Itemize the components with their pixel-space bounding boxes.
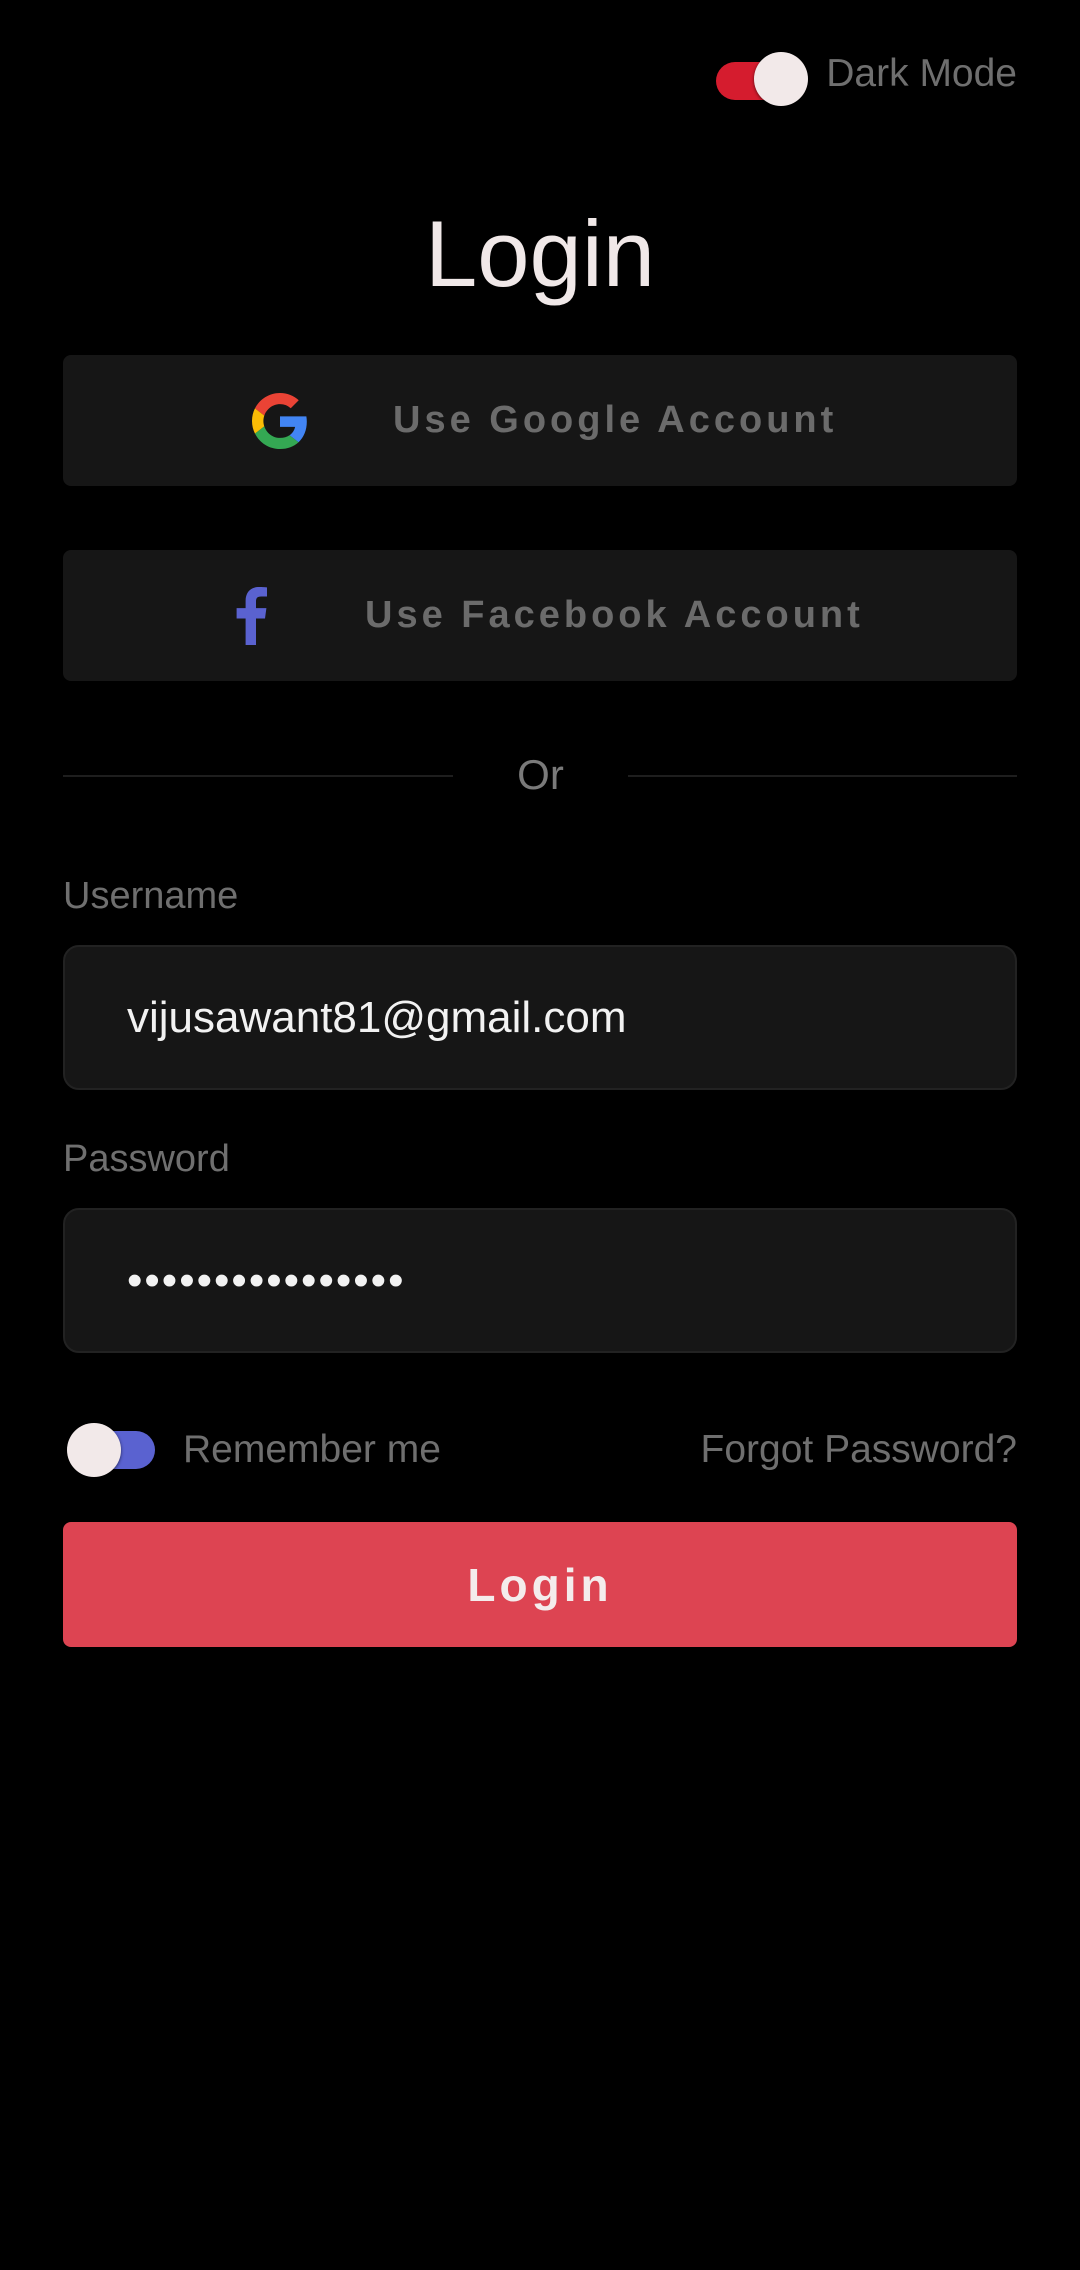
- facebook-login-button[interactable]: Use Facebook Account: [63, 550, 1017, 681]
- dark-mode-toggle-row: Dark Mode: [716, 44, 1017, 106]
- dark-mode-switch-thumb: [754, 52, 809, 106]
- password-input[interactable]: [63, 1208, 1017, 1353]
- forgot-password-link[interactable]: Forgot Password?: [701, 1420, 1017, 1480]
- dark-mode-switch[interactable]: [716, 44, 809, 106]
- username-input[interactable]: [63, 945, 1017, 1090]
- password-label: Password: [63, 1138, 230, 1180]
- divider-line-left: [63, 775, 453, 777]
- facebook-icon: [231, 550, 271, 681]
- dark-mode-label: Dark Mode: [826, 52, 1017, 95]
- remember-me-switch-thumb: [67, 1423, 121, 1477]
- remember-row: Remember me Forgot Password?: [63, 1420, 1017, 1480]
- facebook-login-label: Use Facebook Account: [365, 594, 864, 636]
- login-screen: Dark Mode Login Use Google Account Use F…: [0, 0, 1080, 2270]
- login-button[interactable]: Login: [63, 1522, 1017, 1647]
- google-icon: [252, 355, 308, 486]
- divider-text: Or: [517, 751, 564, 798]
- remember-me-label: Remember me: [183, 1428, 441, 1471]
- or-divider: Or: [63, 745, 1017, 805]
- google-login-label: Use Google Account: [393, 399, 838, 441]
- divider-line-right: [628, 775, 1017, 777]
- remember-me-switch[interactable]: [67, 1420, 155, 1480]
- page-title: Login: [425, 201, 655, 306]
- username-label: Username: [63, 875, 239, 917]
- google-login-button[interactable]: Use Google Account: [63, 355, 1017, 486]
